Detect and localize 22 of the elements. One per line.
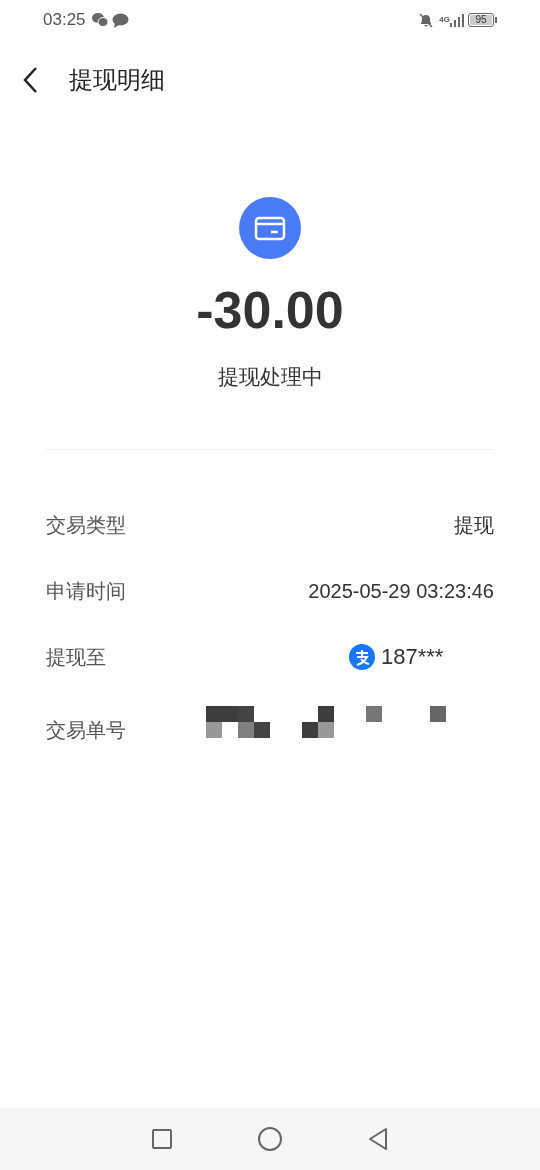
detail-label: 交易类型 xyxy=(46,512,126,538)
recents-button[interactable] xyxy=(151,1128,173,1150)
withdrawal-status: 提现处理中 xyxy=(217,364,323,390)
status-time: 03:25 xyxy=(43,9,86,32)
account-number: 187*** xyxy=(381,643,444,671)
detail-label: 申请时间 xyxy=(46,578,126,604)
detail-value: 提现 xyxy=(454,512,494,538)
chat-bubbles-icon xyxy=(90,12,109,28)
payment-app-icon xyxy=(349,643,375,670)
home-button[interactable] xyxy=(257,1126,283,1152)
card-icon xyxy=(239,197,301,259)
muted-bell-icon xyxy=(418,12,435,28)
detail-label: 提现至 xyxy=(46,644,106,670)
page-title: 提现明细 xyxy=(69,65,165,95)
amount: -30.00 xyxy=(196,280,344,341)
back-nav-button[interactable] xyxy=(367,1127,389,1151)
message-icon xyxy=(111,12,129,28)
battery-level: 95 xyxy=(470,15,492,25)
detail-label: 交易单号 xyxy=(46,717,126,743)
detail-value: 2025-05-29 03:23:46 xyxy=(308,578,494,604)
signal-icon xyxy=(450,13,464,27)
network-label: 4G xyxy=(439,16,450,24)
